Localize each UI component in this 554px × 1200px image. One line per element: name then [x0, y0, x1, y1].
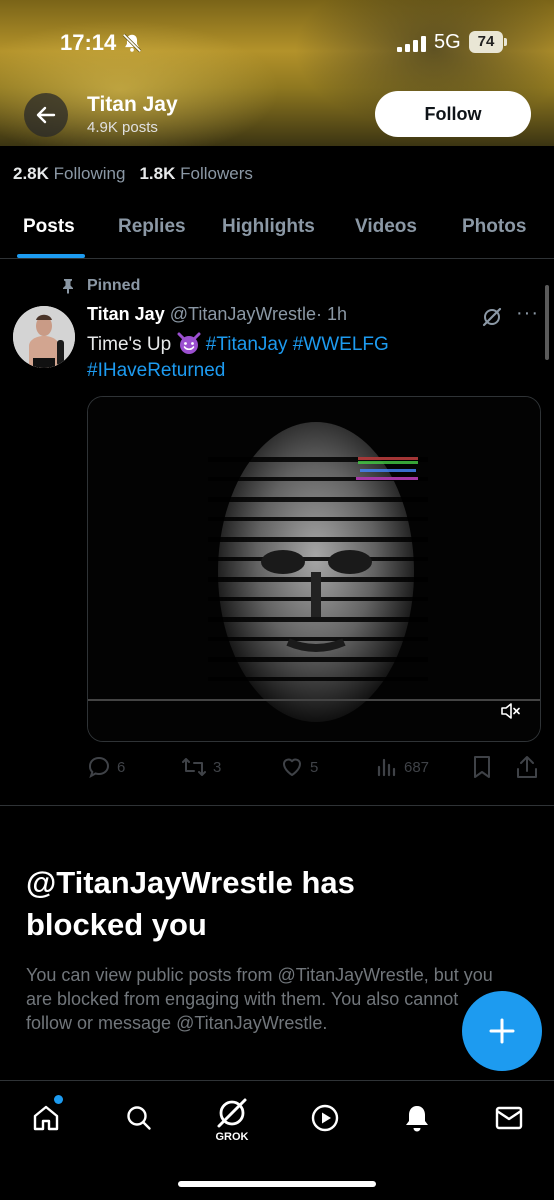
grok-icon	[217, 1098, 247, 1128]
like-button[interactable]: 5	[280, 755, 318, 779]
bell-off-icon	[122, 33, 142, 53]
more-options-icon[interactable]: ···	[516, 302, 539, 325]
tab-highlights[interactable]: Highlights	[222, 216, 315, 238]
bookmark-button[interactable]	[472, 755, 492, 779]
share-button[interactable]	[516, 755, 538, 779]
video-frame	[88, 397, 540, 741]
reply-icon	[89, 756, 110, 779]
header-profile-name: Titan Jay	[87, 93, 178, 116]
play-circle-icon	[311, 1104, 339, 1132]
nav-home[interactable]	[26, 1098, 66, 1138]
notification-dot	[54, 1095, 63, 1104]
grok-label: GROK	[215, 1131, 249, 1143]
nav-video[interactable]	[305, 1098, 345, 1138]
post-text: Time's Up #TitanJay #WWELFG #IHaveReturn…	[87, 332, 527, 384]
section-divider	[0, 805, 554, 806]
arrow-left-icon	[36, 106, 56, 124]
profile-stats: 2.8K Following 1.8K Followers	[13, 164, 253, 184]
pin-icon	[63, 279, 73, 294]
search-icon	[127, 1106, 151, 1130]
plus-icon	[489, 1018, 515, 1044]
view-count: 687	[404, 758, 430, 776]
nav-grok[interactable]	[212, 1093, 252, 1133]
avatar[interactable]	[13, 306, 75, 368]
home-indicator	[178, 1181, 376, 1187]
follow-button[interactable]: Follow	[375, 91, 531, 137]
signal-icon	[397, 36, 426, 52]
nav-search[interactable]	[119, 1098, 159, 1138]
network-type: 5G	[434, 31, 461, 53]
battery-level: 74	[477, 33, 495, 50]
hashtag-link[interactable]: #IHaveReturned	[87, 360, 225, 381]
heart-icon	[283, 758, 301, 776]
mail-icon	[495, 1106, 523, 1130]
bookmark-icon	[474, 756, 490, 778]
mute-icon[interactable]	[500, 702, 520, 720]
status-bar: 17:14 5G 74	[0, 0, 554, 88]
status-time: 17:14	[60, 30, 117, 55]
repost-button[interactable]: 3	[181, 755, 221, 779]
like-count: 5	[310, 758, 319, 776]
smiling-devil-emoji	[177, 332, 200, 354]
repost-icon	[182, 758, 206, 776]
header-post-count: 4.9K posts	[87, 119, 158, 136]
tab-videos[interactable]: Videos	[355, 216, 417, 238]
nav-notifications[interactable]	[397, 1098, 437, 1138]
bell-icon	[406, 1106, 428, 1132]
avatar-image	[13, 306, 75, 368]
home-icon	[33, 1105, 59, 1131]
followers-link[interactable]: 1.8K Followers	[139, 164, 252, 183]
compose-button[interactable]	[462, 991, 542, 1071]
tab-photos[interactable]: Photos	[462, 216, 526, 238]
pinned-label: Pinned	[87, 277, 141, 294]
author-handle[interactable]: @TitanJayWrestle	[170, 304, 316, 324]
battery-indicator: 74	[469, 31, 509, 53]
blocked-title: @TitanJayWrestle has blocked you	[26, 865, 355, 942]
repost-count: 3	[213, 758, 222, 776]
hashtag-link[interactable]: #TitanJay	[206, 334, 288, 355]
share-icon	[517, 756, 537, 778]
post-video[interactable]	[87, 396, 541, 742]
tab-replies[interactable]: Replies	[118, 216, 186, 238]
reply-button[interactable]: 6	[87, 755, 125, 779]
grok-icon[interactable]	[481, 306, 503, 328]
nav-messages[interactable]	[489, 1098, 529, 1138]
reply-count: 6	[117, 758, 126, 776]
following-link[interactable]: 2.8K Following	[13, 164, 125, 183]
scrollbar[interactable]	[545, 285, 549, 360]
post-author: Titan Jay @TitanJayWrestle· 1h	[87, 304, 347, 325]
active-tab-indicator	[17, 254, 85, 258]
post-text-plain: Time's Up	[87, 334, 172, 355]
post-time: · 1h	[316, 304, 348, 324]
hashtag-link[interactable]: #WWELFG	[293, 334, 389, 355]
views-button[interactable]: 687	[376, 755, 429, 779]
tab-posts[interactable]: Posts	[23, 216, 75, 238]
author-name[interactable]: Titan Jay	[87, 304, 165, 324]
views-icon	[377, 758, 396, 777]
back-button[interactable]	[24, 93, 68, 137]
profile-tabs: Posts Replies Highlights Videos Photos	[0, 212, 554, 259]
blocked-description: You can view public posts from @TitanJay…	[26, 965, 493, 1033]
